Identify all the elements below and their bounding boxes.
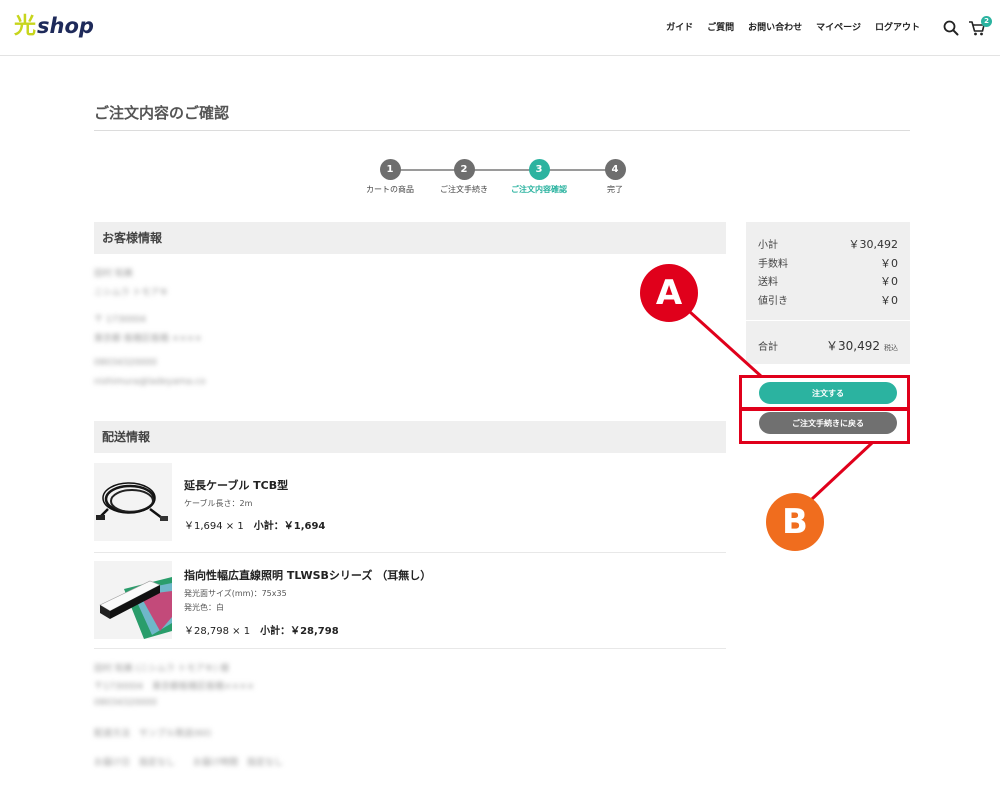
connector-b xyxy=(810,441,874,501)
delivery-method: 配達方法 サンプル発送(60) xyxy=(94,729,212,739)
product-thumbnail xyxy=(94,561,172,639)
summary-value: ￥0 xyxy=(880,294,898,307)
cable-image xyxy=(96,482,168,521)
logo-text: shop xyxy=(37,14,94,38)
site-logo[interactable]: 光 shop xyxy=(14,12,94,40)
site-header: 光 shop ガイド ご質問 お問い合わせ マイページ ログアウト 2 xyxy=(0,0,1000,56)
order-item: 延長ケーブル TCB型 ケーブル長さ：2m ￥1,694 × 1 小計：￥1,69… xyxy=(94,463,726,543)
summary-label: 送料 xyxy=(758,277,778,288)
annotation-marker-b: B xyxy=(766,493,824,551)
product-spec: 発光色：白 xyxy=(184,603,224,612)
summary-value: ￥0 xyxy=(880,275,898,288)
nav-guide[interactable]: ガイド xyxy=(666,20,693,33)
item-subtotal: 小計：￥1,694 xyxy=(253,521,326,532)
light-bar-image xyxy=(99,577,172,639)
search-icon[interactable] xyxy=(942,19,960,37)
customer-address: 東京都 板橋区板橋 ×××× xyxy=(94,334,202,344)
recipient-phone: 08034320000 xyxy=(94,698,157,708)
annotation-marker-a: A xyxy=(640,264,698,322)
step-number: 4 xyxy=(604,159,626,180)
step-complete: 4 完了 xyxy=(570,159,660,195)
item-divider xyxy=(94,552,726,553)
total-value: ￥30,492 xyxy=(826,339,880,353)
product-price: ￥28,798 × 1 小計：￥28,798 xyxy=(184,622,339,637)
step-label: 完了 xyxy=(607,185,623,194)
step-number: 1 xyxy=(379,159,401,180)
summary-value: ￥30,492 xyxy=(848,238,899,251)
summary-fee-row: 手数料 ￥0 xyxy=(758,255,898,271)
item-subtotal: 小計：￥28,798 xyxy=(260,626,339,637)
title-divider xyxy=(94,130,910,131)
step-number: 3 xyxy=(528,159,550,180)
cart-count-badge: 2 xyxy=(981,16,992,27)
total-label: 合計 xyxy=(758,342,778,353)
product-spec: 発光面サイズ(mm)：75x35 xyxy=(184,589,287,598)
summary-label: 小計 xyxy=(758,240,778,251)
recipient-address: 〒1730004 東京都板橋区板橋×××× xyxy=(94,682,255,692)
page-title: ご注文内容のご確認 xyxy=(94,104,230,122)
checkout-steps: 1 カートの商品 2 ご注文手続き 3 ご注文内容確認 4 完了 xyxy=(340,159,660,199)
summary-shipping-row: 送料 ￥0 xyxy=(758,273,898,289)
product-thumbnail xyxy=(94,463,172,541)
shipping-info-heading: 配送情報 xyxy=(94,421,726,453)
nav-mypage[interactable]: マイページ xyxy=(816,20,861,33)
summary-total-row: 合計 ￥30,492 税込 xyxy=(758,337,898,354)
customer-email: nishimura@ladeyama.co xyxy=(94,377,206,387)
summary-divider xyxy=(746,320,910,321)
customer-info-heading: お客様情報 xyxy=(94,222,726,254)
customer-name: 田村 知美 xyxy=(94,269,133,279)
product-name: 延長ケーブル TCB型 xyxy=(184,479,289,492)
customer-name-kana: ニシムラ トモアキ xyxy=(94,288,169,298)
order-item: 指向性幅広直線照明 TLWSBシリーズ （耳無し） 発光面サイズ(mm)：75x… xyxy=(94,561,726,641)
tax-label: 税込 xyxy=(884,344,898,352)
highlight-box-b xyxy=(739,408,910,444)
customer-postal: 〒 1730004 xyxy=(94,315,146,325)
summary-value: ￥0 xyxy=(880,257,898,270)
summary-label: 値引き xyxy=(758,296,788,307)
customer-phone: 08034320000 xyxy=(94,358,157,368)
summary-label: 手数料 xyxy=(758,259,788,270)
main-nav: ガイド ご質問 お問い合わせ マイページ ログアウト xyxy=(666,20,920,33)
product-price: ￥1,694 × 1 小計：￥1,694 xyxy=(184,517,325,532)
nav-faq[interactable]: ご質問 xyxy=(707,20,734,33)
delivery-date: お届け日 指定なし お届け時間 指定なし xyxy=(94,758,284,768)
nav-contact[interactable]: お問い合わせ xyxy=(748,20,802,33)
product-spec: ケーブル長さ：2m xyxy=(184,499,253,508)
highlight-box-a xyxy=(739,375,910,410)
recipient-name: 田村 知美 (ニシムラ トモアキ) 様 xyxy=(94,664,230,674)
unit-price-qty: ￥1,694 × 1 xyxy=(184,521,244,532)
logo-kanji: 光 xyxy=(14,14,37,39)
unit-price-qty: ￥28,798 × 1 xyxy=(184,626,251,637)
product-name: 指向性幅広直線照明 TLWSBシリーズ （耳無し） xyxy=(184,569,432,582)
nav-logout[interactable]: ログアウト xyxy=(875,20,920,33)
order-summary: 小計 ￥30,492 手数料 ￥0 送料 ￥0 値引き ￥0 合計 ￥30,49… xyxy=(746,222,910,364)
item-divider xyxy=(94,648,726,649)
summary-subtotal-row: 小計 ￥30,492 xyxy=(758,236,898,252)
step-number: 2 xyxy=(453,159,475,180)
summary-discount-row: 値引き ￥0 xyxy=(758,292,898,308)
